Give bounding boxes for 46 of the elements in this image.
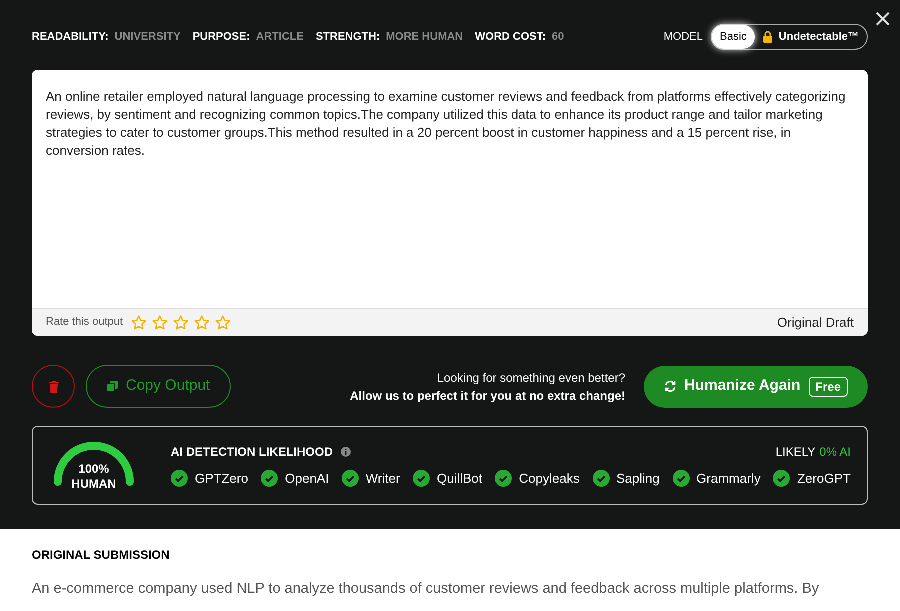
lock-icon: [762, 31, 773, 43]
detector-name: Grammarly: [696, 470, 761, 488]
trash-icon: [48, 380, 58, 392]
detector-name: OpenAI: [285, 470, 330, 488]
detector-name: GPTZero: [195, 470, 248, 488]
promo-offer: Allow us to perfect it for you at no extra change!: [350, 388, 626, 404]
model-option[interactable]: Basic: [712, 25, 755, 49]
star-icon[interactable]: [173, 314, 190, 330]
likely-label: LIKELY: [776, 444, 816, 461]
original-submission-title: ORIGINAL SUBMISSION: [32, 547, 171, 564]
draft-label: Original Draft: [777, 314, 854, 332]
delete-button[interactable]: [32, 365, 75, 408]
setting-label: PURPOSE:: [192, 30, 250, 45]
detector-name: ZeroGPT: [797, 470, 851, 488]
star-icon[interactable]: [131, 314, 148, 330]
likely-value: 0% AI: [820, 444, 851, 461]
setting-label: WORD COST:: [475, 30, 546, 45]
original-text: An e-commerce company used NLP to analyze thousands of customer reviews and feedback across multiple platforms. By: [32, 580, 820, 599]
gauge-label: HUMAN: [72, 476, 116, 492]
model-label: MODEL: [664, 30, 704, 45]
star-icon[interactable]: [215, 314, 232, 330]
humanize-again-button[interactable]: Humanize Again Free: [644, 366, 868, 408]
star-icon[interactable]: [194, 314, 210, 330]
detection-title: AI DETECTION LIKELIHOOD: [171, 444, 333, 461]
model-option[interactable]: Undetectable™: [754, 25, 867, 49]
detector-name: Copyleaks: [519, 470, 580, 488]
detector-name: Writer: [366, 470, 400, 488]
info-icon[interactable]: [341, 446, 351, 457]
output-text: An online retailer employed natural language processing to examine customer reviews and feedback from platforms effectively categorizing reviews, by sentiment and recognizing common topics.The company utilized this data to enhance its product range and tailor marketing strategies to cater to customer groups.This method resulted in a 20 percent boost in customer happiness and a 15 percent rise, in conversion rates.: [45, 88, 847, 160]
rate-label: Rate this output: [46, 315, 124, 330]
setting-value: MORE HUMAN: [386, 30, 464, 45]
setting-label: STRENGTH:: [316, 30, 380, 45]
gauge-value: 100%: [78, 462, 110, 476]
setting-value: ARTICLE: [256, 30, 304, 45]
close-icon[interactable]: [876, 12, 890, 26]
refresh-icon: [664, 380, 676, 393]
promo-question: Looking for something even better?: [437, 370, 626, 386]
free-badge: Free: [808, 376, 848, 396]
setting-label: READABILITY:: [32, 30, 109, 45]
setting-value: UNIVERSITY: [114, 30, 181, 45]
star-icon[interactable]: [152, 314, 168, 330]
setting-value: 60: [552, 30, 564, 45]
copy-icon: [107, 381, 118, 392]
detector-name: Sapling: [616, 470, 660, 488]
copy-output-button[interactable]: Copy Output: [86, 365, 232, 408]
detector-name: QuillBot: [436, 470, 482, 488]
